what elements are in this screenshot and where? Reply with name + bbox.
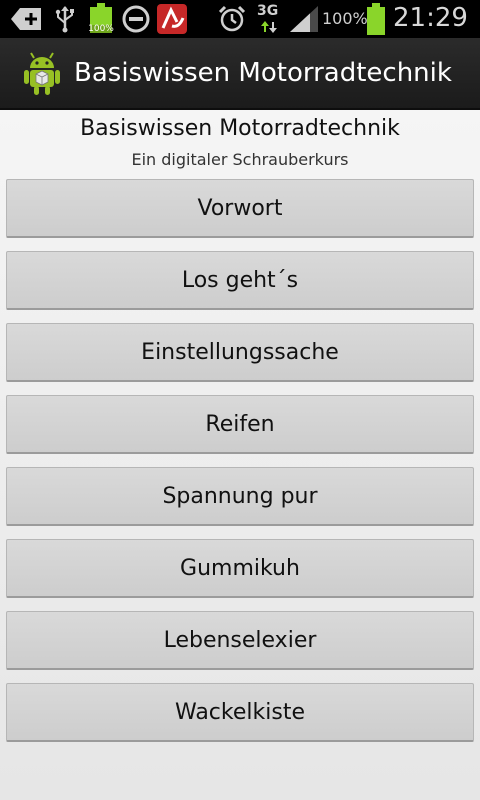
page-title: Basiswissen Motorradtechnik [80,116,400,141]
antivirus-app-icon [157,4,187,34]
einstellungssache-button[interactable]: Einstellungssache [6,323,474,382]
status-bar: 100% 3G 100% 21:29 [0,0,480,38]
clock: 21:29 [393,3,468,33]
gummikuh-button[interactable]: Gummikuh [6,539,474,598]
action-bar: Basiswissen Motorradtechnik [0,38,480,110]
vorwort-button[interactable]: Vorwort [6,179,474,238]
notification-add-icon [11,8,41,30]
reifen-button[interactable]: Reifen [6,395,474,454]
action-bar-title: Basiswissen Motorradtechnik [74,58,452,88]
network-type-label: 3G [257,3,279,19]
battery-small-label: 100% [88,24,114,34]
los-gehts-button[interactable]: Los geht´s [6,251,474,310]
usb-icon [55,6,74,33]
do-not-disturb-icon [122,5,150,33]
battery-percent: 100% [322,9,368,28]
battery-icon [367,3,385,35]
lebenselexier-button[interactable]: Lebenselexier [6,611,474,670]
data-arrows-icon [261,21,277,33]
wackelkiste-button[interactable]: Wackelkiste [6,683,474,742]
spannung-pur-button[interactable]: Spannung pur [6,467,474,526]
signal-strength-icon [290,6,318,32]
main-content: Basiswissen Motorradtechnik Ein digitale… [0,110,480,800]
page-subtitle: Ein digitaler Schrauberkurs [131,150,349,169]
android-app-icon[interactable] [22,52,62,96]
alarm-icon [218,5,246,32]
